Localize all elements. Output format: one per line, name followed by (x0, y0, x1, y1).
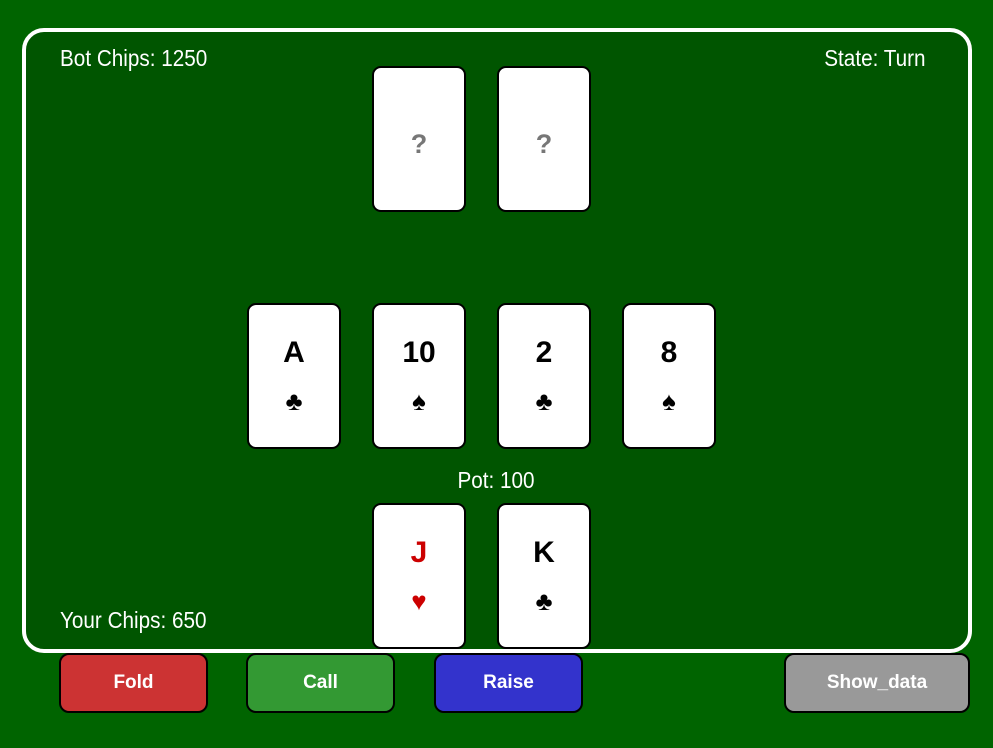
card-rank: ? (535, 129, 553, 159)
community-card-1: A ♣ (247, 303, 341, 449)
heart-suit-icon: ♥ (411, 586, 427, 616)
player-card-1: J ♥ (372, 503, 466, 649)
call-button[interactable]: Call (246, 653, 395, 713)
card-rank: J (410, 536, 428, 569)
fold-button[interactable]: Fold (59, 653, 208, 713)
bot-card-1: ? (372, 66, 466, 212)
card-rank: 2 (535, 336, 553, 369)
spade-suit-icon: ♠ (662, 386, 676, 416)
game-state-label: State: Turn (824, 45, 926, 71)
bot-chips-label: Bot Chips: 1250 (60, 45, 208, 71)
community-card-4: 8 ♠ (622, 303, 716, 449)
club-suit-icon: ♣ (535, 386, 553, 416)
card-rank: K (533, 536, 555, 569)
show-data-button[interactable]: Show_data (784, 653, 970, 713)
community-card-2: 10 ♠ (372, 303, 466, 449)
spade-suit-icon: ♠ (412, 386, 426, 416)
pot-label: Pot: 100 (457, 467, 535, 493)
club-suit-icon: ♣ (535, 586, 553, 616)
card-rank: ? (410, 129, 428, 159)
community-card-3: 2 ♣ (497, 303, 591, 449)
club-suit-icon: ♣ (285, 386, 303, 416)
bot-card-2: ? (497, 66, 591, 212)
player-card-2: K ♣ (497, 503, 591, 649)
your-chips-label: Your Chips: 650 (60, 607, 207, 633)
card-rank: 8 (660, 336, 678, 369)
card-rank: A (283, 336, 305, 369)
raise-button[interactable]: Raise (434, 653, 583, 713)
card-rank: 10 (402, 336, 436, 369)
